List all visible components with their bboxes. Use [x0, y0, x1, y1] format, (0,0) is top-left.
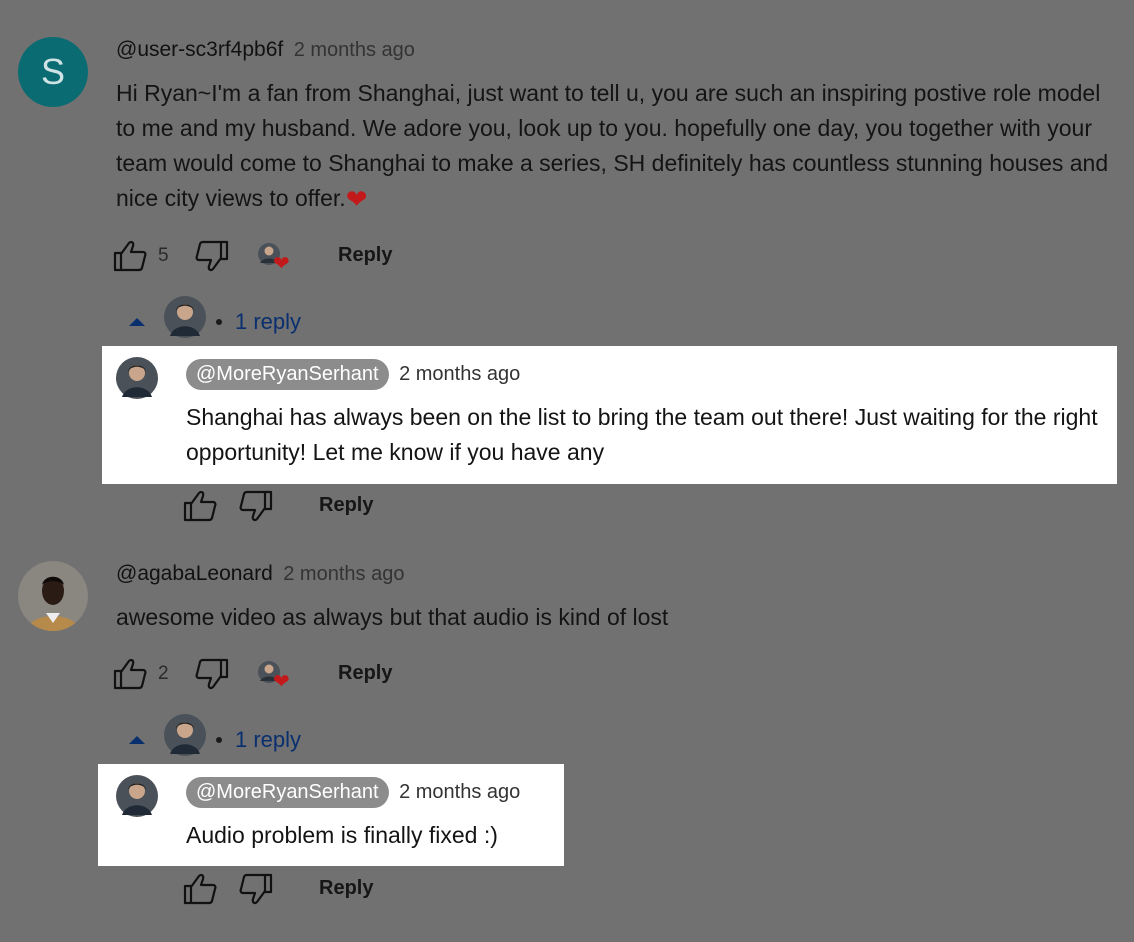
- avatar-user-sc3rf4pb6f[interactable]: S: [18, 37, 88, 107]
- thumbs-up-icon[interactable]: [182, 873, 218, 905]
- comment-author[interactable]: @agabaLeonard: [116, 562, 273, 585]
- creator-heart-badge: ❤: [258, 243, 298, 277]
- comment-time[interactable]: 2 months ago: [294, 39, 415, 61]
- comment-header: @agabaLeonard 2 months ago: [116, 562, 404, 586]
- caret-up-icon[interactable]: [129, 318, 145, 326]
- creator-heart-badge: ❤: [258, 661, 298, 695]
- heart-icon: ❤: [273, 671, 290, 693]
- replies-toggle-link[interactable]: 1 reply: [235, 309, 301, 335]
- reply-time[interactable]: 2 months ago: [399, 781, 520, 803]
- thumbs-down-icon[interactable]: [238, 873, 274, 905]
- replier-avatar: [164, 296, 206, 338]
- avatar-letter: S: [40, 51, 65, 92]
- separator-dot: [216, 737, 222, 743]
- separator-dot: [216, 319, 222, 325]
- reply-author-badge[interactable]: @MoreRyanSerhant: [186, 777, 389, 808]
- replies-toggle-link[interactable]: 1 reply: [235, 727, 301, 753]
- thumbs-down-icon[interactable]: [194, 240, 230, 272]
- reply-button[interactable]: Reply: [319, 877, 373, 900]
- avatar-agabaLeonard[interactable]: [18, 561, 88, 631]
- heart-emoji-icon: ❤: [345, 184, 368, 214]
- comment-author[interactable]: @user-sc3rf4pb6f: [116, 38, 283, 61]
- reply-avatar[interactable]: [116, 357, 158, 399]
- comment-body: Hi Ryan~I'm a fan from Shanghai, just wa…: [116, 80, 1109, 211]
- reply-button[interactable]: Reply: [338, 662, 392, 685]
- replier-avatar: [164, 714, 206, 756]
- thumbs-down-icon[interactable]: [238, 490, 274, 522]
- comment-header: @user-sc3rf4pb6f 2 months ago: [116, 38, 415, 62]
- thumbs-up-icon[interactable]: [112, 658, 148, 690]
- reply-button[interactable]: Reply: [338, 244, 392, 267]
- reply-header: @MoreRyanSerhant 2 months ago: [186, 777, 520, 808]
- reply-author-badge[interactable]: @MoreRyanSerhant: [186, 359, 389, 390]
- like-count: 5: [158, 245, 169, 266]
- reply-text: Shanghai has always been on the list to …: [186, 404, 1098, 465]
- comment-text: Hi Ryan~I'm a fan from Shanghai, just wa…: [116, 76, 1121, 216]
- reply-avatar[interactable]: [116, 775, 158, 817]
- reply-time[interactable]: 2 months ago: [399, 363, 520, 385]
- reply-button[interactable]: Reply: [319, 494, 373, 517]
- reply-text: Audio problem is finally fixed :): [186, 822, 498, 848]
- caret-up-icon[interactable]: [129, 736, 145, 744]
- comment-text: awesome video as always but that audio i…: [116, 604, 669, 630]
- thumbs-up-icon[interactable]: [182, 490, 218, 522]
- comment-time[interactable]: 2 months ago: [283, 563, 404, 585]
- reply-header: @MoreRyanSerhant 2 months ago: [186, 359, 520, 390]
- thumbs-down-icon[interactable]: [194, 658, 230, 690]
- like-count: 2: [158, 663, 169, 684]
- heart-icon: ❤: [273, 253, 290, 275]
- thumbs-up-icon[interactable]: [112, 240, 148, 272]
